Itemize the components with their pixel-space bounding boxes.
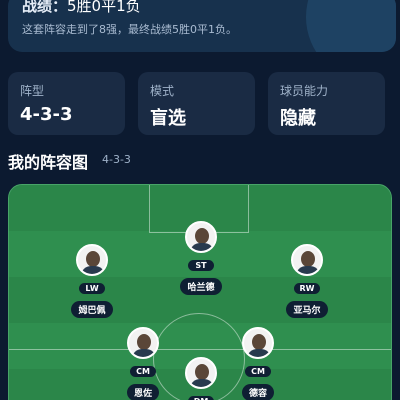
player-rw[interactable]: RW 亚马尔: [267, 244, 347, 318]
player-avatar: [185, 357, 217, 389]
stat-value: 4-3-3: [20, 104, 73, 125]
stat-value: 盲选: [150, 108, 186, 129]
position-badge: DM: [188, 396, 214, 400]
stat-label: 球员能力: [280, 84, 329, 98]
player-name: 德容: [241, 384, 274, 400]
player-avatar: [291, 244, 323, 276]
player-dm[interactable]: DM: [161, 357, 241, 400]
lineup-title: 我的阵容图: [8, 153, 89, 172]
player-name: 亚马尔: [286, 301, 328, 318]
player-lw[interactable]: LW 姆巴佩: [52, 244, 132, 318]
record-line: 战绩：5胜0平1负: [22, 0, 141, 16]
player-name: 姆巴佩: [71, 301, 113, 318]
summary-description: 这套阵容走到了8强，最终战绩5胜0平1负。: [22, 23, 237, 36]
stat-value: 隐藏: [280, 108, 316, 129]
record-label: 战绩：: [22, 0, 68, 15]
stat-label: 阵型: [20, 84, 45, 98]
decorative-glow: [306, 0, 396, 52]
player-name: 恩佐: [126, 384, 159, 400]
position-badge: CM: [245, 366, 271, 377]
player-avatar: [185, 221, 217, 253]
position-badge: ST: [188, 260, 214, 271]
stat-label: 模式: [150, 84, 175, 98]
position-badge: LW: [79, 283, 105, 294]
record-value: 5胜0平1负: [67, 0, 141, 15]
player-name: 哈兰德: [180, 278, 222, 295]
football-pitch: ST 哈兰德 LW 姆巴佩 RW 亚马尔 CM 恩佐 CM 德容 DM: [8, 184, 392, 400]
position-badge: RW: [294, 283, 320, 294]
player-avatar: [242, 327, 274, 359]
player-st[interactable]: ST 哈兰德: [161, 221, 241, 295]
stat-card-mode: 模式 盲选: [138, 72, 255, 135]
stat-card-formation: 阵型 4-3-3: [8, 72, 125, 135]
stat-card-ability: 球员能力 隐藏: [268, 72, 385, 135]
player-avatar: [127, 327, 159, 359]
lineup-formation: 4-3-3: [102, 153, 131, 166]
position-badge: CM: [130, 366, 156, 377]
player-avatar: [76, 244, 108, 276]
result-summary-card: 战绩：5胜0平1负 这套阵容走到了8强，最终战绩5胜0平1负。: [8, 0, 396, 52]
